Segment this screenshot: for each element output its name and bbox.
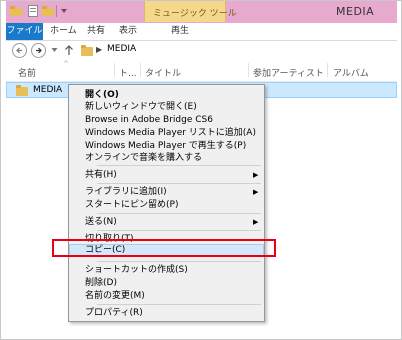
tab-home[interactable]: ホーム	[50, 23, 77, 40]
tab-play[interactable]: 再生	[171, 23, 189, 40]
column-headers: ^ 名前 ト... タイトル 参加アーティスト アルバム	[6, 59, 397, 82]
folder-icon	[16, 85, 28, 96]
menu-item-rename[interactable]: 名前の変更(M)	[69, 290, 264, 302]
address-bar: ▶ MEDIA	[6, 41, 397, 59]
column-divider[interactable]	[140, 63, 141, 77]
breadcrumb-chevron-icon[interactable]: ▶	[96, 45, 102, 54]
file-name: MEDIA	[33, 85, 63, 95]
music-tools-context-tab: ミュージック ツール	[144, 1, 237, 22]
screenshot-frame: ミュージック ツール MEDIA ファイル ホーム 共有 表示 再生 ▶ MED…	[0, 0, 402, 340]
explorer-window: ミュージック ツール MEDIA ファイル ホーム 共有 表示 再生 ▶ MED…	[6, 1, 397, 339]
submenu-arrow-icon: ▶	[253, 171, 259, 179]
forward-button[interactable]	[31, 43, 46, 58]
menu-item-open[interactable]: 開く(O)	[69, 89, 264, 101]
column-divider[interactable]	[248, 63, 249, 77]
up-arrow-icon[interactable]	[64, 44, 74, 56]
copy-highlight-annotation	[52, 239, 276, 257]
menu-separator	[97, 165, 261, 166]
column-contributing-artist[interactable]: 参加アーティスト	[253, 66, 324, 79]
menu-item-buy-music-online[interactable]: オンラインで音楽を購入する	[69, 152, 264, 164]
menu-separator	[97, 304, 261, 305]
menu-item-include-in-library[interactable]: ライブラリに追加(I) ▶	[69, 186, 264, 198]
menu-separator	[97, 261, 261, 262]
submenu-arrow-icon: ▶	[253, 188, 259, 196]
column-title[interactable]: タイトル	[145, 66, 181, 79]
menu-item-share[interactable]: 共有(H) ▶	[69, 169, 264, 181]
tab-view[interactable]: 表示	[119, 23, 137, 40]
breadcrumb-folder-icon	[81, 45, 93, 56]
quick-access-divider	[56, 5, 57, 17]
new-folder-icon[interactable]	[42, 5, 54, 17]
menu-separator	[97, 213, 261, 214]
submenu-arrow-icon: ▶	[253, 218, 259, 226]
customize-quick-access-icon[interactable]	[60, 7, 68, 19]
tab-file[interactable]: ファイル	[6, 23, 43, 40]
ribbon-tabs: ファイル ホーム 共有 表示 再生	[6, 23, 397, 41]
menu-separator	[97, 230, 261, 231]
context-tab-label: ミュージック ツール	[153, 9, 237, 19]
column-album[interactable]: アルバム	[333, 66, 369, 79]
window-title: MEDIA	[336, 5, 375, 18]
tab-share[interactable]: 共有	[87, 23, 105, 40]
column-divider[interactable]	[114, 63, 115, 77]
folder-icon	[10, 5, 22, 17]
menu-item-send-to[interactable]: 送る(N) ▶	[69, 216, 264, 228]
breadcrumb[interactable]: MEDIA	[107, 44, 136, 54]
menu-item-create-shortcut[interactable]: ショートカットの作成(S)	[69, 264, 264, 276]
column-track[interactable]: ト...	[119, 66, 137, 79]
menu-item-delete[interactable]: 削除(D)	[69, 277, 264, 289]
menu-item-properties[interactable]: プロパティ(R)	[69, 307, 264, 319]
sort-indicator-icon: ^	[63, 60, 69, 68]
column-name[interactable]: 名前	[18, 66, 36, 79]
column-divider[interactable]	[327, 63, 328, 77]
properties-icon[interactable]	[28, 5, 38, 17]
recent-locations-icon[interactable]	[51, 47, 58, 53]
title-bar: ミュージック ツール MEDIA	[6, 1, 397, 23]
back-button[interactable]	[12, 43, 27, 58]
menu-item-browse-in-bridge[interactable]: Browse in Adobe Bridge CS6	[69, 114, 264, 126]
menu-item-open-new-window[interactable]: 新しいウィンドウで開く(E)	[69, 101, 264, 113]
menu-item-play-with-wmp[interactable]: Windows Media Player で再生する(P)	[69, 140, 264, 152]
context-menu: 開く(O) 新しいウィンドウで開く(E) Browse in Adobe Bri…	[68, 84, 265, 322]
menu-item-pin-to-start[interactable]: スタートにピン留め(P)	[69, 199, 264, 211]
menu-item-add-to-wmp-list[interactable]: Windows Media Player リストに追加(A)	[69, 127, 264, 139]
menu-separator	[97, 183, 261, 184]
